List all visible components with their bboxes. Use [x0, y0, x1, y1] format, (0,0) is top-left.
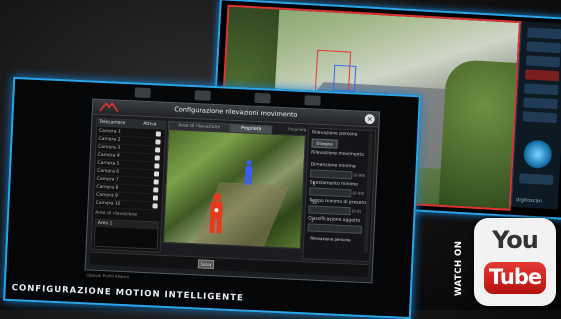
- youtube-logo-button[interactable]: You Tube: [474, 218, 556, 306]
- field-unit: (0-99): [353, 172, 366, 178]
- youtube-you-text: You: [492, 226, 539, 254]
- active-checkbox[interactable]: [155, 139, 161, 145]
- close-icon[interactable]: ×: [364, 113, 375, 125]
- save-button[interactable]: Salva: [197, 259, 215, 270]
- toolbar-icon[interactable]: [194, 90, 211, 101]
- active-checkbox[interactable]: [154, 163, 160, 169]
- toolbar-icon[interactable]: [134, 87, 151, 99]
- brand-label: digitoscan: [515, 197, 542, 205]
- field-label: Dimensione minima: [310, 162, 356, 170]
- properties-scrollbar[interactable]: [363, 133, 374, 254]
- side-button[interactable]: [522, 111, 558, 124]
- camera-name: Camera 8: [96, 184, 119, 191]
- field-unit: (0-9): [351, 208, 362, 214]
- camera-name: Camera 5: [97, 160, 120, 167]
- side-button-alarm[interactable]: [524, 69, 560, 82]
- person-icon: [209, 193, 223, 234]
- areas-list: Area 1: [93, 218, 159, 250]
- watch-on-label: WATCH ON: [454, 240, 464, 296]
- side-button[interactable]: [519, 173, 554, 186]
- camera-name: Camera 9: [95, 192, 119, 199]
- bottom-tabs[interactable]: Opzioni Profili Allarmi: [86, 272, 156, 283]
- min-time-input[interactable]: 1: [308, 205, 351, 223]
- section-title: Rilevazione persone: [311, 130, 358, 138]
- camera-name: Camera 1: [98, 128, 121, 135]
- front-config-monitor: Configurazione rilevazioni movimento × T…: [3, 76, 421, 319]
- field-label: Spostamento minimo: [309, 180, 359, 188]
- side-button[interactable]: [527, 27, 561, 40]
- side-button[interactable]: [523, 97, 558, 110]
- header-camera: Telecamera: [99, 119, 126, 126]
- field-unit: (0-99): [352, 190, 365, 196]
- joystick-icon[interactable]: [522, 139, 553, 169]
- camera-row[interactable]: Camera 10: [95, 199, 160, 211]
- active-checkbox[interactable]: [154, 155, 160, 161]
- camera-name: Camera 7: [96, 176, 119, 183]
- camera-preview[interactable]: [162, 128, 306, 250]
- detection-box-blue: [332, 64, 357, 92]
- camera-list: Telecamera Attiva Camera 1 Camera 2 Came…: [90, 117, 167, 253]
- active-checkbox[interactable]: [153, 179, 159, 185]
- youtube-tube-text: Tube: [488, 265, 542, 289]
- side-button[interactable]: [524, 83, 559, 96]
- toolbar-icon[interactable]: [304, 95, 321, 106]
- active-checkbox[interactable]: [152, 203, 158, 209]
- side-button[interactable]: [526, 41, 561, 54]
- youtube-tube-badge: Tube: [484, 262, 546, 294]
- area-item[interactable]: Area 1: [95, 219, 158, 230]
- side-button[interactable]: [525, 55, 561, 68]
- min-move-input[interactable]: 10: [309, 187, 352, 205]
- camera-name: Camera 6: [96, 168, 120, 175]
- person-icon: [244, 160, 253, 185]
- draw-button[interactable]: Disegna: [311, 138, 338, 149]
- field-value: Rilevazione persone: [310, 235, 351, 243]
- classification-select[interactable]: Rilevazione persone: [307, 223, 362, 242]
- camera-name: Camera 10: [95, 200, 121, 207]
- active-checkbox[interactable]: [153, 187, 159, 193]
- properties-panel: Rilevazione persone Disegna Rilevazione …: [302, 127, 377, 263]
- camera-tree-right: [438, 58, 522, 211]
- caption-title: CONFIGURAZIONE MOTION INTELLIGENTE: [11, 283, 245, 304]
- camera-name: Camera 2: [98, 136, 121, 143]
- motion-config-dialog: Configurazione rilevazioni movimento × T…: [84, 98, 381, 284]
- toolbar-icon[interactable]: [254, 92, 271, 104]
- field-label: Classificazione oggetto: [308, 216, 361, 224]
- camera-name: Camera 3: [98, 144, 121, 151]
- active-checkbox[interactable]: [155, 147, 161, 153]
- preview-path: [190, 182, 290, 250]
- header-active: Attiva: [143, 121, 157, 128]
- active-checkbox[interactable]: [153, 171, 160, 177]
- active-checkbox[interactable]: [152, 195, 159, 201]
- active-checkbox[interactable]: [155, 131, 161, 137]
- camera-name: Camera 4: [97, 152, 120, 159]
- min-size-input[interactable]: 5: [310, 169, 353, 187]
- sub-title: Rilevazione movimento: [311, 150, 365, 158]
